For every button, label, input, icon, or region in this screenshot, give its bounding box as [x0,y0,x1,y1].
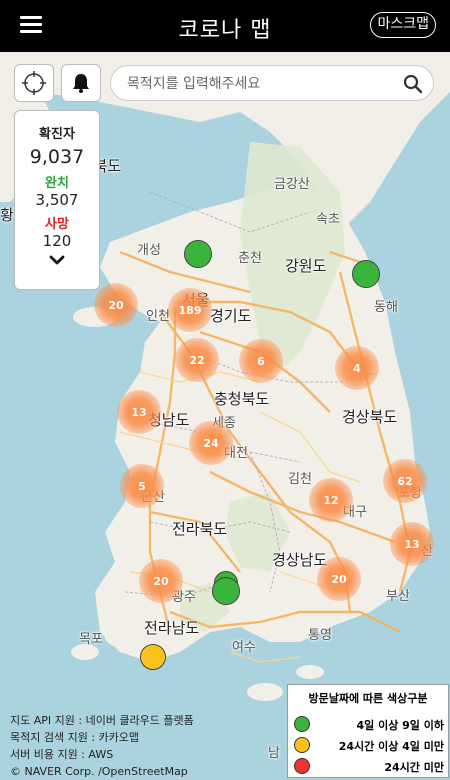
red-dot-icon [294,758,310,774]
place-label-nam: 남 [268,746,280,761]
destination-search-input[interactable] [127,73,397,95]
place-label-sokcho: 속초 [316,212,340,227]
credit-server: 서버 비용 지원 : AWS [10,748,114,761]
magnifier-icon[interactable] [403,74,423,94]
cluster-marker[interactable]: 62 [383,459,427,503]
place-label-jeollabukdo: 전라북도 [172,520,228,538]
bell-icon [73,74,89,93]
green-dot-icon [294,716,310,732]
cluster-marker[interactable]: 189 [168,288,212,332]
place-label-gimcheon: 김천 [288,472,312,487]
deaths-count: 120 [42,232,72,250]
chevron-down-icon[interactable] [49,254,65,266]
place-label-gangwondo: 강원도 [285,257,327,275]
place-label-incheon: 인천 [146,309,170,324]
legend-red-text: 24시간 미만 [384,761,444,774]
cluster-marker[interactable]: 4 [335,346,379,390]
credit-copyright: © NAVER Corp. /OpenStreetMap [10,765,188,778]
credit-search: 목적지 검색 지원 : 카카오맵 [10,731,140,744]
recovered-count: 3,507 [35,191,79,209]
credit-map-api: 지도 API 지원 : 네이버 클라우드 플랫폼 [10,714,194,727]
visit-marker-green[interactable] [212,577,240,605]
cluster-marker[interactable]: 20 [139,559,183,603]
visit-marker-green[interactable] [352,260,380,288]
place-label-tongyeong: 통영 [308,628,332,643]
cluster-marker[interactable]: 13 [390,522,434,566]
place-label-chungcheongbukdo: 충청북도 [214,390,270,408]
map-credits: 지도 API 지원 : 네이버 클라우드 플랫폼 목적지 검색 지원 : 카카오… [10,712,194,780]
legend-title: 방문날짜에 따른 색상구분 [308,692,428,705]
cluster-marker[interactable]: 12 [309,478,353,522]
visit-marker-yellow[interactable] [140,644,166,670]
place-label-gyeongsangnamdo: 경상남도 [272,551,328,569]
cluster-marker[interactable]: 5 [120,464,164,508]
place-label-hwang: 황 [0,206,14,224]
locate-button[interactable] [14,64,54,102]
place-label-busan: 부산 [386,589,410,604]
cluster-marker[interactable]: 6 [239,339,283,383]
legend-row-yellow: 24시간 이상 4일 미만 [294,736,444,754]
place-label-jeollanamdo: 전라남도 [144,619,200,637]
place-label-gyeonggido: 경기도 [210,307,252,325]
cluster-marker[interactable]: 24 [189,421,233,465]
confirmed-count: 9,037 [29,146,85,168]
app-header: 코로나 맵 마스크맵 [0,0,450,52]
place-label-gaeseong: 개성 [137,243,161,258]
crosshair-icon [22,71,46,95]
legend-green-text: 4일 이상 9일 이하 [356,719,444,732]
confirmed-label: 확진자 [39,127,75,142]
stats-panel: 확진자 9,037 완치 3,507 사망 120 [14,110,100,290]
place-label-gyeongsangbukdo: 경상북도 [342,408,398,426]
cluster-marker[interactable]: 20 [94,283,138,327]
search-bar [110,65,434,101]
place-label-donghae: 동해 [374,300,398,315]
deaths-label: 사망 [45,217,69,232]
mask-map-button[interactable]: 마스크맵 [370,12,436,38]
notification-button[interactable] [61,64,101,102]
color-legend: 방문날짜에 따른 색상구분 4일 이상 9일 이하 24시간 이상 4일 미만 … [287,684,449,778]
recovered-label: 완치 [45,176,69,191]
visit-marker-green[interactable] [184,240,212,268]
place-label-mokpo: 목포 [79,632,103,647]
place-label-yeosu: 여수 [232,640,256,655]
place-label-geumgangsan: 금강산 [274,177,310,192]
cluster-marker[interactable]: 22 [175,338,219,382]
cluster-marker[interactable]: 13 [117,390,161,434]
cluster-marker[interactable]: 20 [317,557,361,601]
yellow-dot-icon [294,737,310,753]
place-label-chuncheon: 춘천 [238,251,262,266]
legend-row-red: 24시간 미만 [294,757,444,775]
legend-row-green: 4일 이상 9일 이하 [294,715,444,733]
legend-yellow-text: 24시간 이상 4일 미만 [338,740,444,753]
